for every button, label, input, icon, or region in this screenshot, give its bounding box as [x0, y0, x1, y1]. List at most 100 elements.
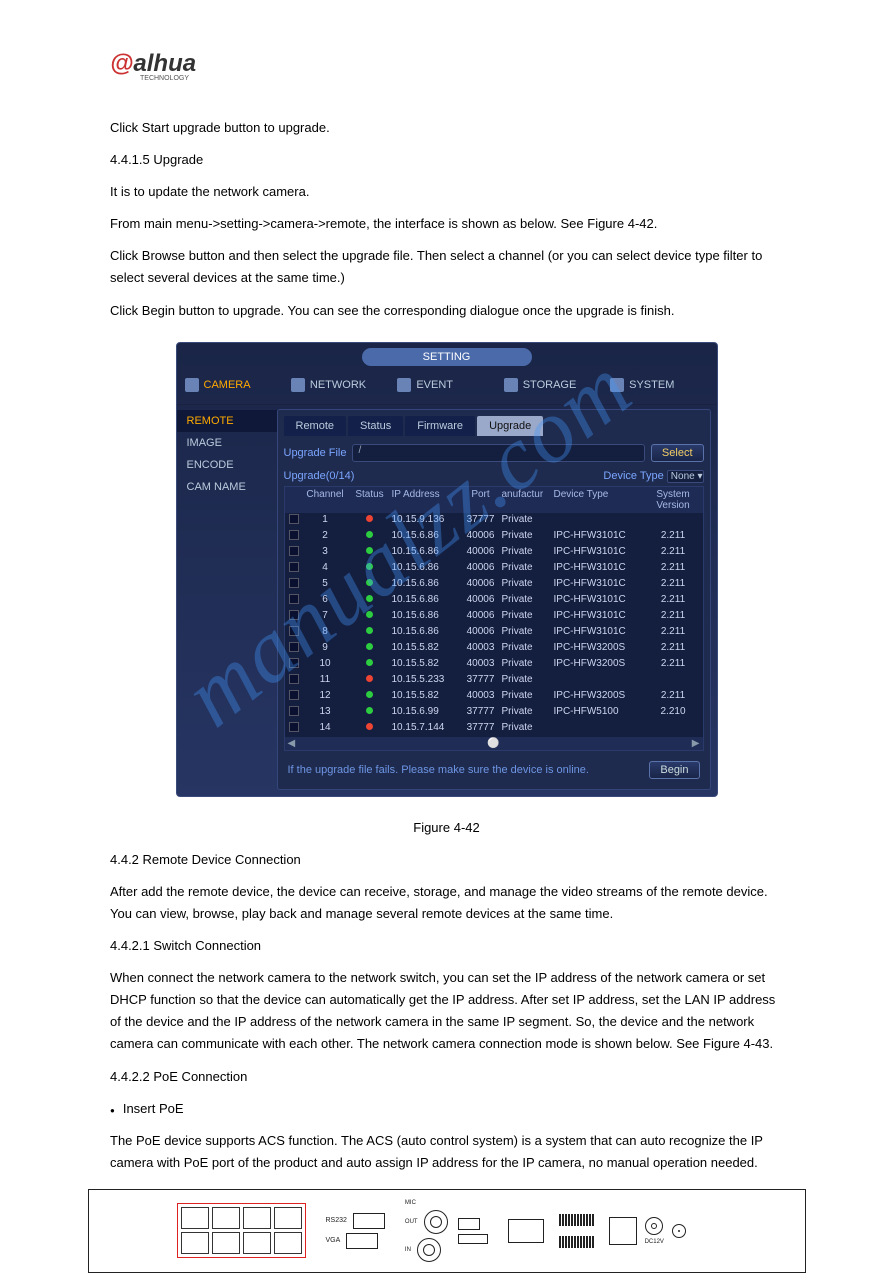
device-type-label: Device Type — [603, 470, 663, 482]
body-text: Click Start upgrade button to upgrade. — [110, 117, 783, 139]
in-label: IN — [405, 1247, 411, 1253]
dc-jack — [645, 1217, 663, 1235]
scrollbar[interactable]: ◀⚪▶ — [285, 737, 703, 750]
row-checkbox[interactable] — [289, 514, 299, 524]
status-dot — [366, 547, 373, 554]
tabs: Remote Status Firmware Upgrade — [284, 416, 704, 436]
bullet-text: Insert PoE — [110, 1098, 783, 1120]
nav-system[interactable]: SYSTEM — [606, 372, 712, 398]
row-checkbox[interactable] — [289, 610, 299, 620]
lan-port — [508, 1219, 544, 1243]
table-row[interactable]: 1310.15.6.9937777PrivateIPC-HFW51002.210 — [285, 705, 703, 721]
table-row[interactable]: 810.15.6.8640006PrivateIPC-HFW3101C2.211 — [285, 625, 703, 641]
sidebar: REMOTE IMAGE ENCODE CAM NAME — [177, 405, 277, 796]
device-table: Channel Status IP Address Port anufactur… — [284, 486, 704, 751]
table-row[interactable]: 410.15.6.8640006PrivateIPC-HFW3101C2.211 — [285, 561, 703, 577]
body-text: It is to update the network camera. — [110, 181, 783, 203]
status-dot — [366, 563, 373, 570]
tab-remote[interactable]: Remote — [284, 416, 347, 436]
upgrade-file-label: Upgrade File — [284, 447, 347, 459]
out-label: OUT — [405, 1219, 418, 1225]
sidebar-encode[interactable]: ENCODE — [177, 454, 277, 476]
nav-camera[interactable]: CAMERA — [181, 372, 287, 398]
tab-status[interactable]: Status — [348, 416, 403, 436]
row-checkbox[interactable] — [289, 546, 299, 556]
table-row[interactable]: 510.15.6.8640006PrivateIPC-HFW3101C2.211 — [285, 577, 703, 593]
audio-in-jack — [417, 1238, 441, 1262]
camera-icon — [185, 378, 199, 392]
status-dot — [366, 707, 373, 714]
status-dot — [366, 595, 373, 602]
audio-out-jack — [424, 1210, 448, 1234]
content-panel: Remote Status Firmware Upgrade Upgrade F… — [277, 409, 711, 790]
table-row[interactable]: 310.15.6.8640006PrivateIPC-HFW3101C2.211 — [285, 545, 703, 561]
nav-event[interactable]: EVENT — [393, 372, 499, 398]
terminal-block — [559, 1214, 594, 1226]
col-devtype: Device Type — [554, 489, 644, 511]
row-checkbox[interactable] — [289, 578, 299, 588]
col-ip: IP Address — [392, 489, 460, 511]
status-dot — [366, 659, 373, 666]
device-type-select[interactable]: None ▾ — [667, 470, 704, 483]
col-status: Status — [348, 489, 392, 511]
table-row[interactable]: 1110.15.5.23337777Private — [285, 673, 703, 689]
body-text: After add the remote device, the device … — [110, 881, 783, 925]
logo: @alhuaTECHNOLOGY — [110, 50, 783, 82]
vga-port — [346, 1233, 378, 1249]
status-dot — [366, 691, 373, 698]
upgrade-count-label: Upgrade(0/14) — [284, 470, 355, 482]
row-checkbox[interactable] — [289, 674, 299, 684]
body-text: Click Browse button and then select the … — [110, 245, 783, 289]
table-row[interactable]: 610.15.6.8640006PrivateIPC-HFW3101C2.211 — [285, 593, 703, 609]
status-dot — [366, 627, 373, 634]
vga-label: VGA — [326, 1237, 341, 1244]
system-icon — [610, 378, 624, 392]
row-checkbox[interactable] — [289, 642, 299, 652]
dialog-title: SETTING — [362, 348, 532, 366]
col-channel: Channel — [303, 489, 348, 511]
nav-storage[interactable]: STORAGE — [500, 372, 606, 398]
table-row[interactable]: 710.15.6.8640006PrivateIPC-HFW3101C2.211 — [285, 609, 703, 625]
hdmi-port — [458, 1234, 488, 1244]
status-dot — [366, 579, 373, 586]
upgrade-hint: If the upgrade file fails. Please make s… — [288, 764, 589, 776]
sidebar-camname[interactable]: CAM NAME — [177, 476, 277, 498]
tab-upgrade[interactable]: Upgrade — [477, 416, 543, 436]
row-checkbox[interactable] — [289, 690, 299, 700]
table-row[interactable]: 1210.15.5.8240003PrivateIPC-HFW3200S2.21… — [285, 689, 703, 705]
storage-icon — [504, 378, 518, 392]
table-row[interactable]: 910.15.5.8240003PrivateIPC-HFW3200S2.211 — [285, 641, 703, 657]
body-text: Click Begin button to upgrade. You can s… — [110, 300, 783, 322]
row-checkbox[interactable] — [289, 706, 299, 716]
dc-label: DC12V — [645, 1239, 664, 1245]
begin-button[interactable]: Begin — [649, 761, 699, 779]
row-checkbox[interactable] — [289, 562, 299, 572]
row-checkbox[interactable] — [289, 594, 299, 604]
power-switch — [609, 1217, 637, 1245]
status-dot — [366, 611, 373, 618]
nav-network[interactable]: NETWORK — [287, 372, 393, 398]
status-dot — [366, 675, 373, 682]
heading: 4.4.1.5 Upgrade — [110, 149, 783, 171]
poe-ports — [177, 1203, 306, 1258]
table-row[interactable]: 210.15.6.8640006PrivateIPC-HFW3101C2.211 — [285, 529, 703, 545]
upgrade-file-input[interactable]: / — [352, 444, 644, 462]
status-dot — [366, 515, 373, 522]
status-dot — [366, 643, 373, 650]
row-checkbox[interactable] — [289, 530, 299, 540]
select-button[interactable]: Select — [651, 444, 704, 462]
col-mfr: anufactur — [502, 489, 554, 511]
table-row[interactable]: 1410.15.7.14437777Private — [285, 721, 703, 737]
settings-dialog: SETTING CAMERA NETWORK EVENT STORAGE SYS… — [176, 342, 718, 797]
tab-firmware[interactable]: Firmware — [405, 416, 475, 436]
row-checkbox[interactable] — [289, 722, 299, 732]
table-row[interactable]: 110.15.9.13637777Private — [285, 513, 703, 529]
figure-caption: Figure 4-42 — [110, 817, 783, 839]
sidebar-remote[interactable]: REMOTE — [177, 410, 277, 432]
table-row[interactable]: 1010.15.5.8240003PrivateIPC-HFW3200S2.21… — [285, 657, 703, 673]
network-icon — [291, 378, 305, 392]
sidebar-image[interactable]: IMAGE — [177, 432, 277, 454]
row-checkbox[interactable] — [289, 658, 299, 668]
heading: 4.4.2.1 Switch Connection — [110, 935, 783, 957]
row-checkbox[interactable] — [289, 626, 299, 636]
